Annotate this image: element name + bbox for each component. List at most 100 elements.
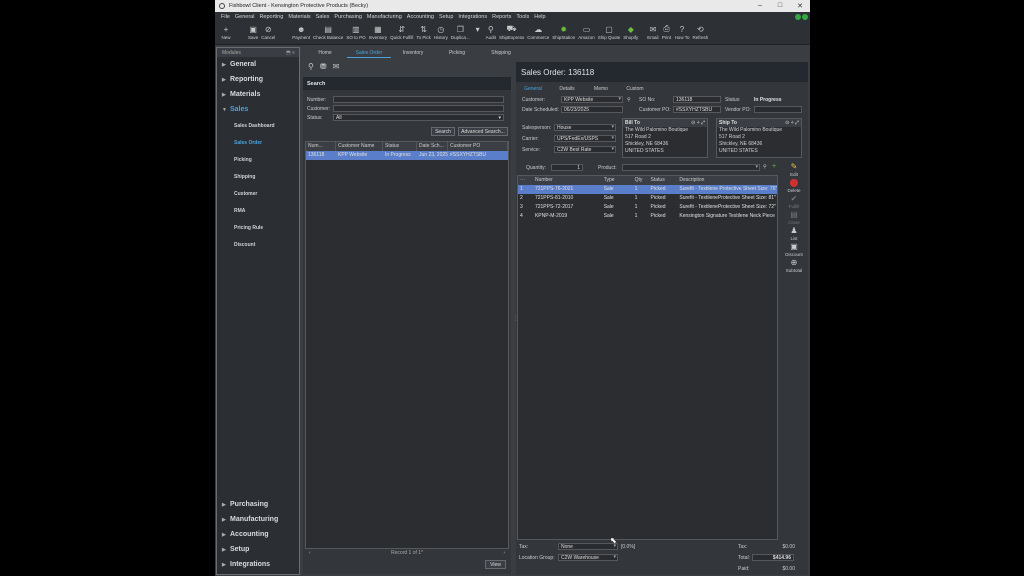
audit-button[interactable]: ⚲ Audit (486, 22, 496, 41)
quantity-field[interactable]: 1 (551, 164, 583, 171)
col-status[interactable]: Status (383, 142, 417, 151)
product-select[interactable] (622, 164, 760, 171)
customer-input[interactable] (333, 105, 504, 112)
tab-sales-order[interactable]: Sales Order (347, 47, 391, 58)
cancel-button[interactable]: ⊘ Cancel (261, 22, 275, 41)
col-status[interactable]: Status (649, 176, 678, 185)
close-item-button[interactable]: ▤ Close (788, 210, 800, 225)
menu-reports[interactable]: Reports (492, 14, 511, 20)
sidebar-item-picking[interactable]: Picking (217, 151, 299, 168)
tab-shipping[interactable]: Shipping (479, 47, 523, 58)
discount-button[interactable]: ▣ Discount (785, 242, 803, 257)
pin-icon[interactable]: ⬒ ≡ (286, 50, 295, 56)
edit-button[interactable]: ✎ Edit (790, 162, 798, 177)
bill-to-actions-icon[interactable]: ⊙ + ⤢ (691, 120, 705, 127)
salesperson-select[interactable]: House (554, 124, 616, 131)
menu-general[interactable]: General (235, 14, 255, 20)
view-button[interactable]: View (485, 560, 506, 569)
menu-reporting[interactable]: Reporting (259, 14, 283, 20)
close-button[interactable]: ✕ (790, 2, 810, 10)
col-type[interactable]: Type (602, 176, 633, 185)
list-button[interactable]: ♟ List (790, 226, 797, 241)
module-integrations[interactable]: ▶ Integrations (217, 557, 299, 572)
menu-help[interactable]: Help (534, 14, 545, 20)
check-balance-button[interactable]: ▤ Check Balance (313, 22, 343, 41)
so-no-field[interactable]: 136118 (673, 96, 721, 103)
menu-sales[interactable]: Sales (316, 14, 330, 20)
save-button[interactable]: ▣ Save (248, 22, 258, 41)
location-group-select[interactable]: C2W Warehouse (558, 554, 618, 561)
prev-page-icon[interactable]: ‹ (309, 550, 311, 556)
add-product-icon[interactable]: + (772, 163, 776, 170)
shipstation-button[interactable]: ✹ ShipStation (552, 22, 575, 41)
service-select[interactable]: C2W Best Rate (554, 146, 616, 153)
tab-inventory[interactable]: Inventory (391, 47, 435, 58)
module-general[interactable]: ▶ General (217, 57, 299, 72)
fulfill-button[interactable]: ✔ Fulfill (789, 194, 800, 209)
col-date-scheduled[interactable]: Date Sch... (417, 142, 448, 151)
module-purchasing[interactable]: ▶ Purchasing (217, 497, 299, 512)
commerce-button[interactable]: ☁ Commerce (527, 22, 549, 41)
table-row[interactable]: 1 721PPS-76-2021 Sale 1 Picked Surefit -… (518, 185, 777, 194)
table-row[interactable]: 2 721PPS-81-2010 Sale 1 Picked Surefit -… (518, 194, 777, 203)
maximize-button[interactable]: □ (770, 2, 790, 10)
customer-lookup-icon[interactable]: ⚲ (627, 97, 631, 103)
col-number[interactable]: Num... (306, 142, 336, 151)
col-customer-name[interactable]: Customer Name (336, 142, 383, 151)
menu-materials[interactable]: Materials (288, 14, 310, 20)
delete-button[interactable]: ⬤ Delete (787, 178, 800, 193)
sidebar-item-customer[interactable]: Customer (217, 185, 299, 202)
module-setup[interactable]: ▶ Setup (217, 542, 299, 557)
module-reporting[interactable]: ▶ Reporting (217, 72, 299, 87)
filter-icon[interactable]: ⛃ (320, 62, 327, 76)
duplicate-button[interactable]: ❐ Duplica... (451, 22, 470, 41)
tab-general[interactable]: General (516, 84, 550, 94)
menu-purchasing[interactable]: Purchasing (334, 14, 362, 20)
tab-details[interactable]: Details (550, 84, 584, 94)
print-button[interactable]: ⎙ Print (662, 22, 672, 40)
col-customer-po[interactable]: Customer PO (448, 142, 508, 151)
menu-accounting[interactable]: Accounting (407, 14, 434, 20)
table-row[interactable]: 4 KPNP-M-2019 Sale 1 Picked Kensington S… (518, 212, 777, 221)
customer-select[interactable]: KPP Website (561, 96, 623, 103)
menu-setup[interactable]: Setup (439, 14, 453, 20)
date-scheduled-field[interactable]: 06/23/2025 (561, 106, 623, 113)
amazon-button[interactable]: ▭ Amazon (578, 22, 595, 41)
module-accounting[interactable]: ▶ Accounting (217, 527, 299, 542)
menu-tools[interactable]: Tools (516, 14, 529, 20)
tax-select[interactable]: None (558, 543, 618, 550)
sidebar-item-pricing-rule[interactable]: Pricing Rule (217, 219, 299, 236)
ship-to-actions-icon[interactable]: ⊙ + ⤢ (785, 120, 799, 127)
how-to-button[interactable]: ? How To (675, 22, 690, 41)
minimize-button[interactable]: – (750, 2, 770, 10)
so-to-po-button[interactable]: ▥ SO to PO (346, 22, 365, 41)
new-button[interactable]: + New (221, 22, 231, 41)
product-search-icon[interactable]: ⚲ (763, 164, 767, 170)
ship-quote-button[interactable]: ▢ Ship Quote (598, 22, 621, 41)
email-button[interactable]: ✉ Email (647, 22, 658, 41)
tab-custom[interactable]: Custom (618, 84, 652, 94)
sidebar-item-sales-dashboard[interactable]: Sales Dashboard (217, 117, 299, 134)
search-icon[interactable]: ⚲ (308, 62, 314, 76)
sidebar-item-shipping[interactable]: Shipping (217, 168, 299, 185)
next-page-icon[interactable]: › (503, 550, 505, 556)
status-select[interactable]: All ▾ (333, 114, 504, 121)
module-manufacturing[interactable]: ▶ Manufacturing (217, 512, 299, 527)
advanced-search-button[interactable]: Advanced Search... (458, 127, 508, 136)
customer-po-field[interactable]: #SSXYHZTSBU (673, 106, 721, 113)
tab-memo[interactable]: Memo (584, 84, 618, 94)
col-line[interactable]: ⋯ (518, 176, 533, 185)
col-description[interactable]: Description (677, 176, 777, 185)
sidebar-item-sales-order[interactable]: Sales Order (217, 134, 299, 151)
module-materials[interactable]: ▶ Materials (217, 87, 299, 102)
quick-fulfill-button[interactable]: ⇵ Quick Fulfill (390, 22, 413, 41)
sidebar-item-discount[interactable]: Discount (217, 236, 299, 253)
inventory-button[interactable]: ▦ Inventory (369, 22, 388, 41)
menu-integrations[interactable]: Integrations (458, 14, 487, 20)
tab-home[interactable]: Home (303, 47, 347, 58)
to-pick-button[interactable]: ⇅ To Pick (416, 22, 431, 41)
col-number[interactable]: Number (533, 176, 602, 185)
shopify-button[interactable]: ◆ Shopify (623, 22, 638, 41)
subtotal-button[interactable]: ⊕ Subtotal (786, 258, 803, 273)
module-sales[interactable]: ▼ Sales (217, 102, 299, 117)
